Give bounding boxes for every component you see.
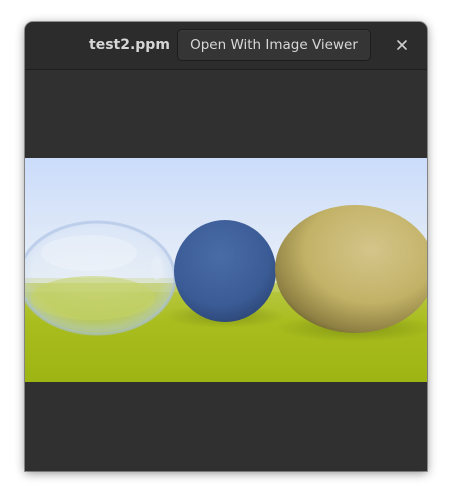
- image-preview-window: test2.ppm Open With Image Viewer: [25, 22, 427, 471]
- header-bar: test2.ppm Open With Image Viewer: [25, 22, 427, 70]
- open-with-image-viewer-button[interactable]: Open With Image Viewer: [177, 29, 371, 61]
- close-button[interactable]: [391, 34, 413, 56]
- image-viewer-area: [25, 70, 427, 471]
- rendered-image: [25, 158, 427, 382]
- blue-sphere: [174, 220, 276, 322]
- close-icon: [397, 40, 407, 50]
- window-title: test2.ppm: [89, 37, 170, 53]
- glass-sphere: [25, 220, 177, 336]
